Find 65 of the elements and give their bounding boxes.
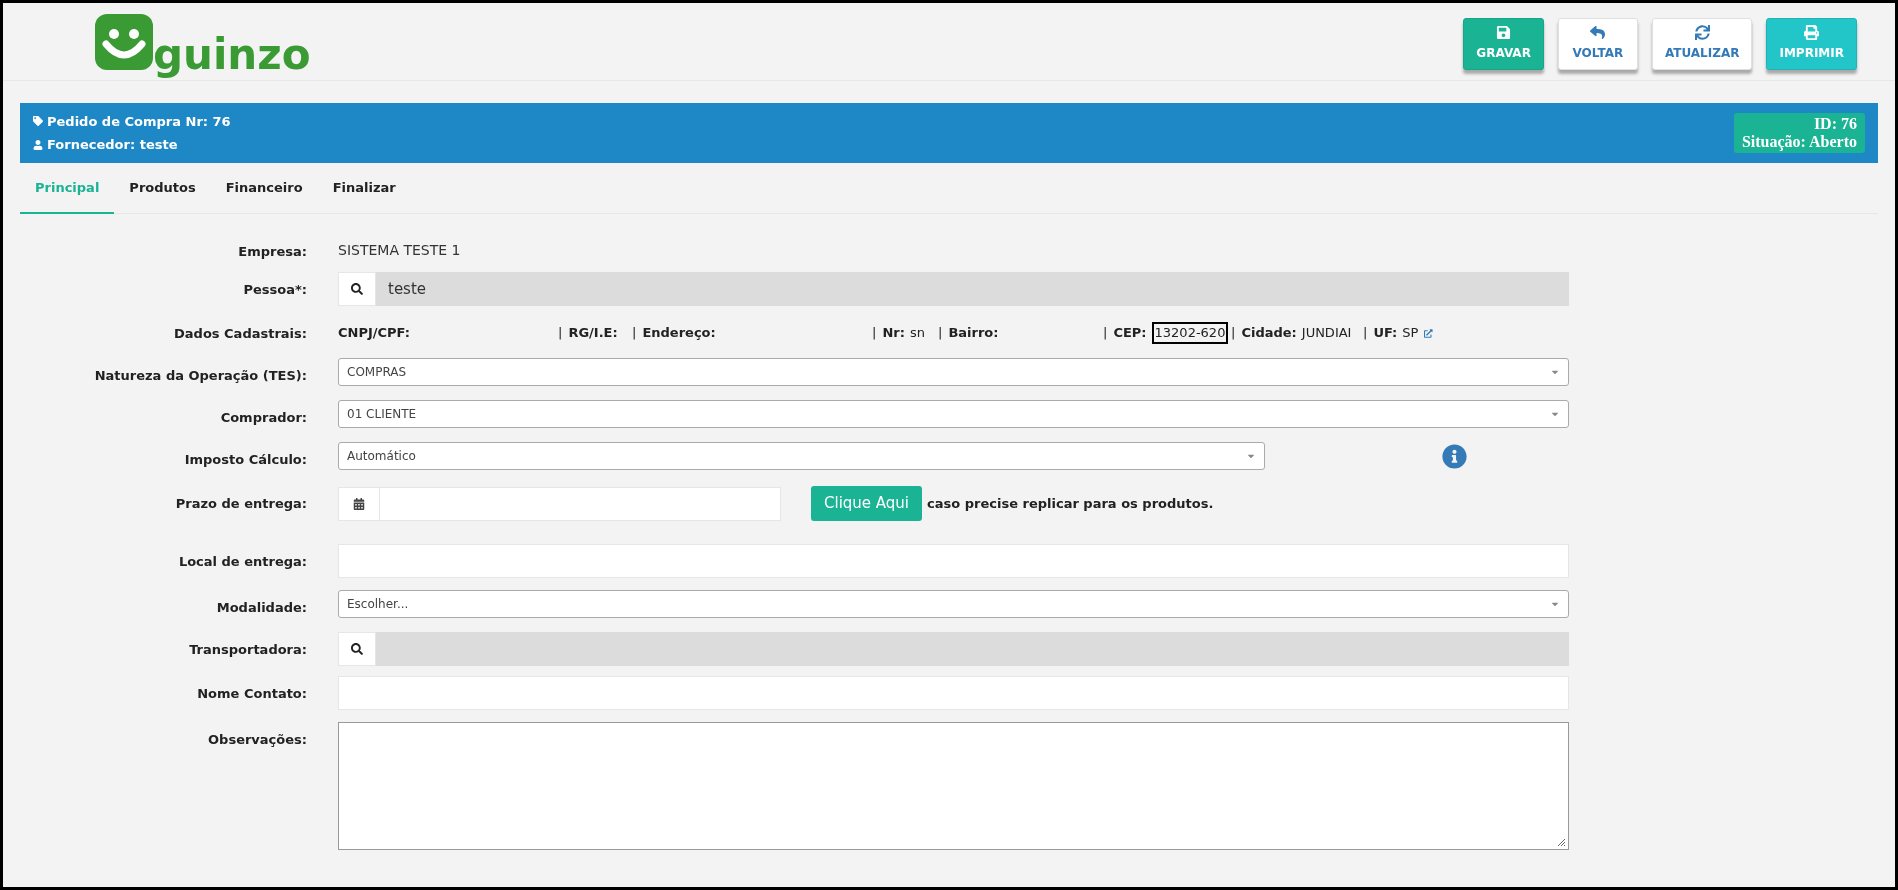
detail-label: CEP: [1113, 324, 1147, 343]
logo-icon [95, 13, 153, 70]
toolbar-button[interactable]: ATUALIZAR [1651, 17, 1753, 70]
detail-value: JUNDIAI [1301, 324, 1352, 342]
field-label: Local de entrega: [177, 553, 307, 571]
toolbar-button[interactable]: VOLTAR [1557, 17, 1638, 70]
select-field[interactable]: 01 CLIENTE [338, 400, 1569, 428]
input-field[interactable] [338, 676, 1569, 710]
search-icon[interactable] [351, 283, 363, 295]
separator-text: | [632, 324, 637, 343]
save-icon [1496, 25, 1512, 40]
textarea-field[interactable] [338, 722, 1569, 850]
select-field[interactable]: COMPRAS [338, 358, 1569, 386]
resize-grip-icon[interactable] [1556, 837, 1566, 847]
lookup-field[interactable]: teste [338, 272, 1569, 306]
field-label: Imposto Cálculo: [183, 451, 307, 469]
detail-value: sn [909, 324, 925, 342]
detail-label: Endereço: [642, 324, 716, 343]
refresh-icon [1694, 25, 1710, 40]
detail-label: Cidade: [1241, 324, 1297, 343]
calendar-icon[interactable] [353, 497, 365, 510]
field-label: Observações: [207, 731, 307, 749]
field-label: Prazo de entrega: [174, 495, 307, 513]
status-badge: ID: 76 Situação: Aberto [1733, 113, 1865, 153]
separator-text: | [558, 324, 563, 343]
lookup-field[interactable] [338, 632, 1569, 666]
field-label: Dados Cadastrais: [173, 325, 307, 343]
separator-text: | [1363, 324, 1368, 343]
tab[interactable]: Produtos [114, 163, 211, 214]
field-label: Nome Contato: [196, 685, 307, 703]
field-label: Comprador: [219, 409, 307, 427]
field-label: Transportadora: [188, 641, 307, 659]
lookup-value: teste [387, 279, 428, 300]
field-label: Natureza da Operação (TES): [93, 367, 307, 385]
date-field[interactable] [338, 486, 781, 521]
tab[interactable]: Financeiro [210, 163, 318, 214]
print-icon [1804, 25, 1820, 40]
user-icon [33, 139, 43, 150]
separator-text: | [872, 324, 877, 343]
field-label: Pessoa*: [242, 281, 307, 299]
detail-value: SP [1402, 324, 1419, 342]
logo-text: guinzo [153, 33, 311, 76]
separator-text: | [1103, 324, 1108, 343]
select-field[interactable]: Automático [338, 442, 1265, 470]
detail-label: CNPJ/CPF: [338, 324, 410, 343]
field-label: Modalidade: [215, 599, 307, 617]
select-field[interactable]: Escolher... [338, 590, 1569, 618]
tag-icon [33, 116, 43, 127]
detail-label: Nr: [882, 324, 905, 343]
company-value: SISTEMA TESTE 1 [338, 241, 461, 260]
replicate-hint: caso precise replicar para os produtos. [927, 494, 1214, 513]
detail-label: RG/I.E: [568, 324, 618, 343]
separator-text: | [1231, 324, 1236, 343]
back-icon [1590, 25, 1606, 40]
field-label: Empresa: [237, 243, 307, 261]
info-icon[interactable] [1442, 443, 1467, 469]
supplier-name: Fornecedor: teste [47, 136, 178, 154]
tab[interactable]: Finalizar [317, 163, 411, 214]
detail-label: UF: [1373, 324, 1398, 343]
order-title: Pedido de Compra Nr: 76 [47, 112, 231, 131]
search-icon[interactable] [351, 643, 363, 655]
detail-value: 13202-620 [1151, 322, 1229, 344]
detail-label: Bairro: [948, 324, 999, 343]
separator-text: | [938, 324, 943, 343]
input-field[interactable] [338, 544, 1569, 578]
